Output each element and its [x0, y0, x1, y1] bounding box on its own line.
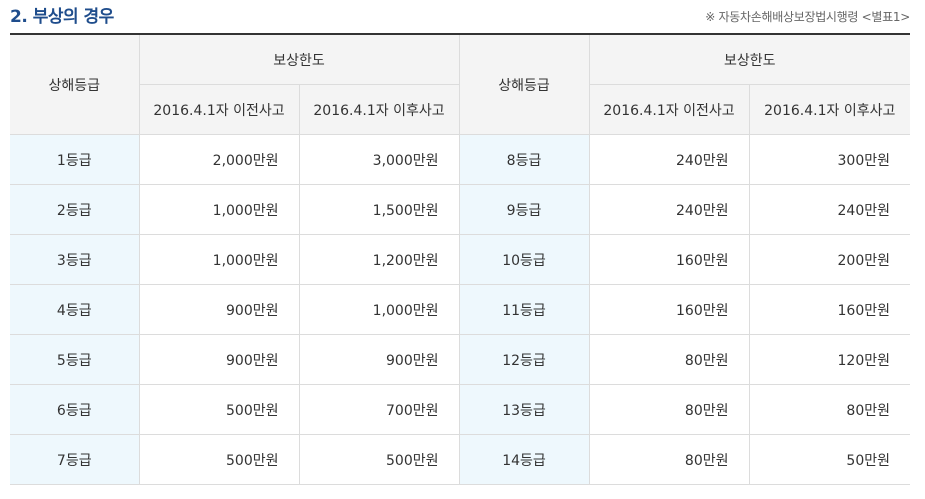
after-amount-cell: 80만원 — [748, 384, 910, 435]
table-row: 5등급 900만원 900만원 12등급 80만원 120만원 — [10, 334, 910, 385]
before-amount-cell: 900만원 — [138, 334, 300, 385]
after-amount-cell: 1,500만원 — [298, 184, 460, 235]
after-amount-cell: 1,000만원 — [298, 284, 460, 335]
before-header-right: 2016.4.1자 이전사고 — [588, 84, 750, 135]
section-header: 2. 부상의 경우 ※ 자동차손해배상보장법시행령 <별표1> — [0, 0, 910, 33]
before-amount-cell: 900만원 — [138, 284, 300, 335]
grade-cell: 10등급 — [458, 234, 590, 285]
grade-cell: 13등급 — [458, 384, 590, 435]
limit-header-right: 보상한도 — [588, 33, 910, 85]
grade-cell: 3등급 — [10, 234, 140, 285]
grade-cell: 8등급 — [458, 134, 590, 185]
limit-header-left: 보상한도 — [138, 33, 460, 85]
after-amount-cell: 300만원 — [748, 134, 910, 185]
grade-cell: 5등급 — [10, 334, 140, 385]
after-header-left: 2016.4.1자 이후사고 — [298, 84, 460, 135]
table-row: 3등급 1,000만원 1,200만원 10등급 160만원 200만원 — [10, 234, 910, 285]
grade-cell: 7등급 — [10, 434, 140, 485]
grade-cell: 1등급 — [10, 134, 140, 185]
before-amount-cell: 160만원 — [588, 284, 750, 335]
after-amount-cell: 50만원 — [748, 434, 910, 485]
before-amount-cell: 80만원 — [588, 334, 750, 385]
section-title: 2. 부상의 경우 — [10, 7, 114, 27]
after-amount-cell: 900만원 — [298, 334, 460, 385]
grade-cell: 9등급 — [458, 184, 590, 235]
after-amount-cell: 3,000만원 — [298, 134, 460, 185]
table-row: 1등급 2,000만원 3,000만원 8등급 240만원 300만원 — [10, 134, 910, 185]
table-row: 7등급 500만원 500만원 14등급 80만원 50만원 — [10, 434, 910, 485]
before-amount-cell: 80만원 — [588, 434, 750, 485]
before-amount-cell: 80만원 — [588, 384, 750, 435]
injury-compensation-table: 상해등급 보상한도 상해등급 보상한도 2016.4.1자 이전사고 2016.… — [10, 33, 910, 485]
legal-reference-note: ※ 자동차손해배상보장법시행령 <별표1> — [705, 10, 910, 24]
before-amount-cell: 1,000만원 — [138, 234, 300, 285]
before-header-left: 2016.4.1자 이전사고 — [139, 84, 300, 135]
grade-cell: 11등급 — [458, 284, 590, 335]
after-amount-cell: 500만원 — [298, 434, 460, 485]
grade-cell: 2등급 — [10, 184, 140, 235]
header-row-1: 상해등급 보상한도 상해등급 보상한도 — [10, 33, 910, 135]
table-row: 6등급 500만원 700만원 13등급 80만원 80만원 — [10, 384, 910, 435]
before-amount-cell: 500만원 — [138, 434, 300, 485]
grade-cell: 6등급 — [10, 384, 140, 435]
after-amount-cell: 200만원 — [748, 234, 910, 285]
before-amount-cell: 500만원 — [138, 384, 300, 435]
before-amount-cell: 160만원 — [588, 234, 750, 285]
table-row: 2등급 1,000만원 1,500만원 9등급 240만원 240만원 — [10, 184, 910, 235]
grade-cell: 14등급 — [458, 434, 590, 485]
before-amount-cell: 1,000만원 — [138, 184, 300, 235]
grade-header-right: 상해등급 — [458, 33, 590, 135]
after-amount-cell: 700만원 — [298, 384, 460, 435]
after-amount-cell: 120만원 — [748, 334, 910, 385]
grade-cell: 12등급 — [458, 334, 590, 385]
before-amount-cell: 2,000만원 — [138, 134, 300, 185]
before-amount-cell: 240만원 — [588, 134, 750, 185]
after-amount-cell: 160만원 — [748, 284, 910, 335]
before-amount-cell: 240만원 — [588, 184, 750, 235]
table-row: 4등급 900만원 1,000만원 11등급 160만원 160만원 — [10, 284, 910, 335]
after-amount-cell: 240만원 — [748, 184, 910, 235]
after-header-right: 2016.4.1자 이후사고 — [748, 84, 910, 135]
grade-header-left: 상해등급 — [10, 33, 140, 135]
after-amount-cell: 1,200만원 — [298, 234, 460, 285]
grade-cell: 4등급 — [10, 284, 140, 335]
